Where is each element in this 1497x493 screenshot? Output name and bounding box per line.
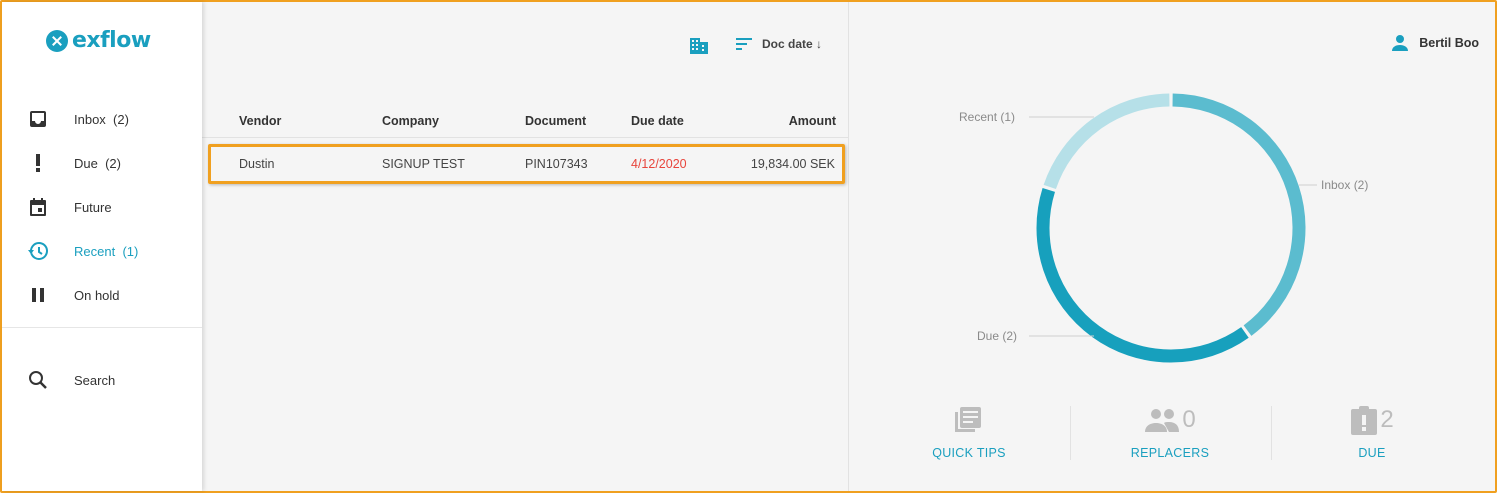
sidebar-item-due[interactable]: Due (2): [2, 143, 202, 183]
sidebar-item-inbox[interactable]: Inbox (2): [2, 99, 202, 139]
exflow-logo-mark: [46, 29, 68, 52]
sidebar-item-on-hold[interactable]: On hold: [2, 275, 202, 315]
sidebar-item-recent[interactable]: Recent (1): [2, 231, 202, 271]
sidebar-item-count: (2): [113, 111, 129, 127]
search-icon: [26, 368, 50, 392]
sidebar-item-label: Recent: [74, 243, 116, 259]
exclamation-icon: [26, 151, 50, 175]
sidebar-item-count: (1): [122, 243, 139, 259]
screenshot-frame: [0, 0, 1497, 493]
sidebar-divider: [2, 327, 202, 328]
sidebar-item-search[interactable]: Search: [2, 360, 202, 400]
sidebar-item-count: (2): [105, 155, 121, 171]
sidebar-item-label: On hold: [74, 287, 120, 303]
calendar-icon: [26, 195, 50, 219]
sidebar-item-label: Due: [74, 155, 98, 171]
exflow-logo-text: exflow: [72, 28, 151, 53]
sidebar-item-label: Search: [74, 372, 116, 388]
inbox-icon: [26, 107, 50, 131]
sidebar-item-label: Inbox: [74, 111, 106, 127]
pause-icon: [26, 283, 50, 307]
sidebar: exflow Inbox (2) Due (2) Future Recent (…: [2, 2, 202, 491]
history-icon: [26, 239, 50, 263]
sidebar-item-label: Future: [74, 199, 112, 215]
exflow-logo[interactable]: exflow: [46, 28, 151, 53]
sidebar-item-future[interactable]: Future: [2, 187, 202, 227]
